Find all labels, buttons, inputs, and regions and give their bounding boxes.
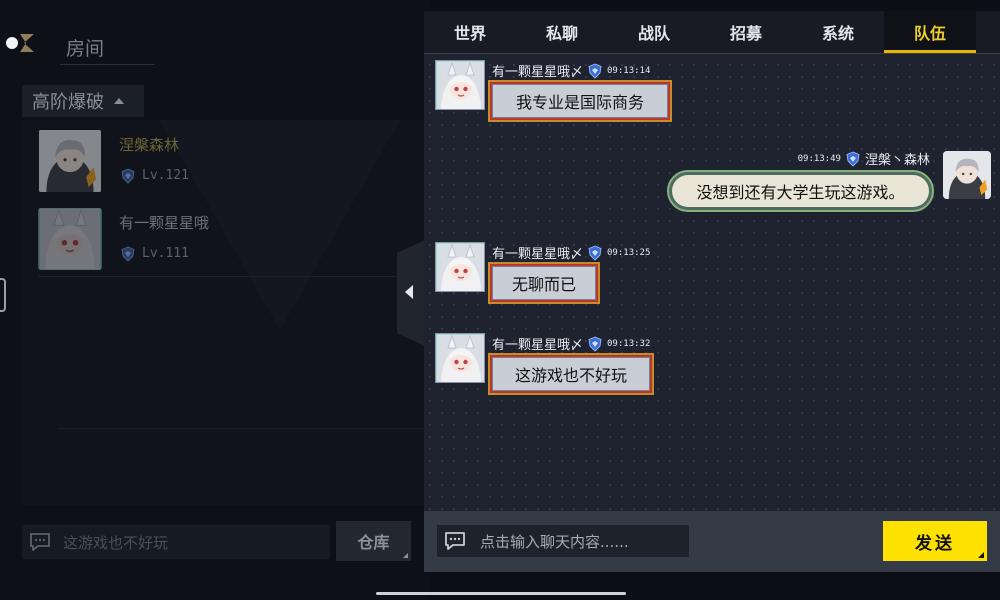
sender-avatar[interactable]	[435, 333, 485, 383]
game-mode-dropdown[interactable]: 高阶爆破	[22, 85, 144, 117]
rank-badge-icon	[587, 245, 603, 261]
member-avatar	[38, 130, 102, 192]
back-logo-icon[interactable]	[0, 28, 40, 58]
message-bubble: 没想到还有大学生玩这游戏。	[667, 170, 934, 212]
message-bubble: 这游戏也不好玩	[488, 353, 654, 395]
rank-badge-icon	[120, 246, 136, 262]
chat-bubble-icon	[444, 531, 466, 551]
chat-panel: 世界 私聊 战队 招募 系统 队伍 有一颗星星哦〆 09:13:14 我专业是国…	[424, 11, 1000, 572]
rank-badge-icon	[587, 63, 603, 79]
caret-up-icon	[114, 98, 124, 104]
rank-badge-icon	[845, 151, 861, 167]
message-text: 我专业是国际商务	[493, 85, 667, 117]
member-avatar	[38, 208, 102, 270]
member-name: 涅槃森林	[119, 136, 180, 154]
message-text: 无聊而已	[493, 267, 595, 299]
tab-world[interactable]: 世界	[424, 11, 516, 53]
message-meta: 09:13:49 涅槃丶森林	[798, 149, 930, 168]
sender-name: 涅槃丶森林	[864, 153, 930, 168]
chat-bubble-icon	[29, 532, 51, 552]
sender-avatar[interactable]	[435, 242, 485, 292]
arrow-left-icon	[405, 285, 413, 299]
side-handle-icon[interactable]	[0, 278, 6, 312]
message-text: 没想到还有大学生玩这游戏。	[672, 175, 929, 207]
message-meta: 有一颗星星哦〆 09:13:14	[492, 61, 650, 80]
chat-tabs: 世界 私聊 战队 招募 系统 队伍	[424, 11, 1000, 53]
divider	[58, 428, 424, 429]
message-time: 09:13:25	[607, 247, 651, 258]
tab-team[interactable]: 队伍	[884, 11, 976, 53]
chat-input-placeholder: 点击输入聊天内容......	[480, 532, 629, 551]
message-time: 09:13:49	[797, 153, 841, 164]
sender-avatar[interactable]	[435, 60, 485, 110]
tab-recruit[interactable]: 招募	[700, 11, 792, 53]
message-meta: 有一颗星星哦〆 09:13:32	[492, 334, 650, 353]
sender-name: 有一颗星星哦〆	[492, 338, 584, 353]
member-row[interactable]: 涅槃森林 Lv.121	[38, 130, 418, 196]
message-meta: 有一颗星星哦〆 09:13:25	[492, 243, 650, 262]
room-title: 房间	[66, 38, 105, 60]
chat-input[interactable]: 点击输入聊天内容......	[437, 525, 689, 557]
member-name: 有一颗星星哦	[119, 214, 210, 232]
message-bubble: 无聊而已	[488, 262, 600, 304]
room-panel: 房间 高阶爆破 涅槃森林 Lv.121 有一颗星星哦 Lv.111 这游戏也不好…	[0, 0, 430, 600]
sender-name: 有一颗星星哦〆	[492, 65, 584, 80]
message-time: 09:13:14	[607, 65, 651, 76]
message-time: 09:13:32	[607, 338, 651, 349]
room-chat-text: 这游戏也不好玩	[63, 533, 169, 552]
rank-badge-icon	[120, 168, 136, 184]
game-mode-label: 高阶爆破	[32, 92, 104, 113]
message-bubble: 我专业是国际商务	[488, 80, 672, 122]
member-level: Lv.111	[142, 246, 189, 261]
member-row[interactable]: 有一颗星星哦 Lv.111	[38, 208, 418, 274]
tab-private[interactable]: 私聊	[516, 11, 608, 53]
divider	[424, 53, 1000, 54]
chat-input-bar: 点击输入聊天内容...... 发送	[424, 511, 1000, 572]
sender-name: 有一颗星星哦〆	[492, 247, 584, 262]
rank-badge-icon	[587, 336, 603, 352]
room-chat-input[interactable]: 这游戏也不好玩	[22, 525, 330, 559]
sender-avatar[interactable]	[943, 151, 991, 199]
send-button[interactable]: 发送	[883, 521, 987, 561]
warehouse-button[interactable]: 仓库	[336, 521, 411, 561]
tab-clan[interactable]: 战队	[608, 11, 700, 53]
home-indicator[interactable]	[376, 592, 626, 595]
message-text: 这游戏也不好玩	[493, 358, 649, 390]
divider	[38, 276, 424, 277]
tab-system[interactable]: 系统	[792, 11, 884, 53]
divider	[60, 64, 155, 65]
member-level: Lv.121	[142, 168, 189, 183]
